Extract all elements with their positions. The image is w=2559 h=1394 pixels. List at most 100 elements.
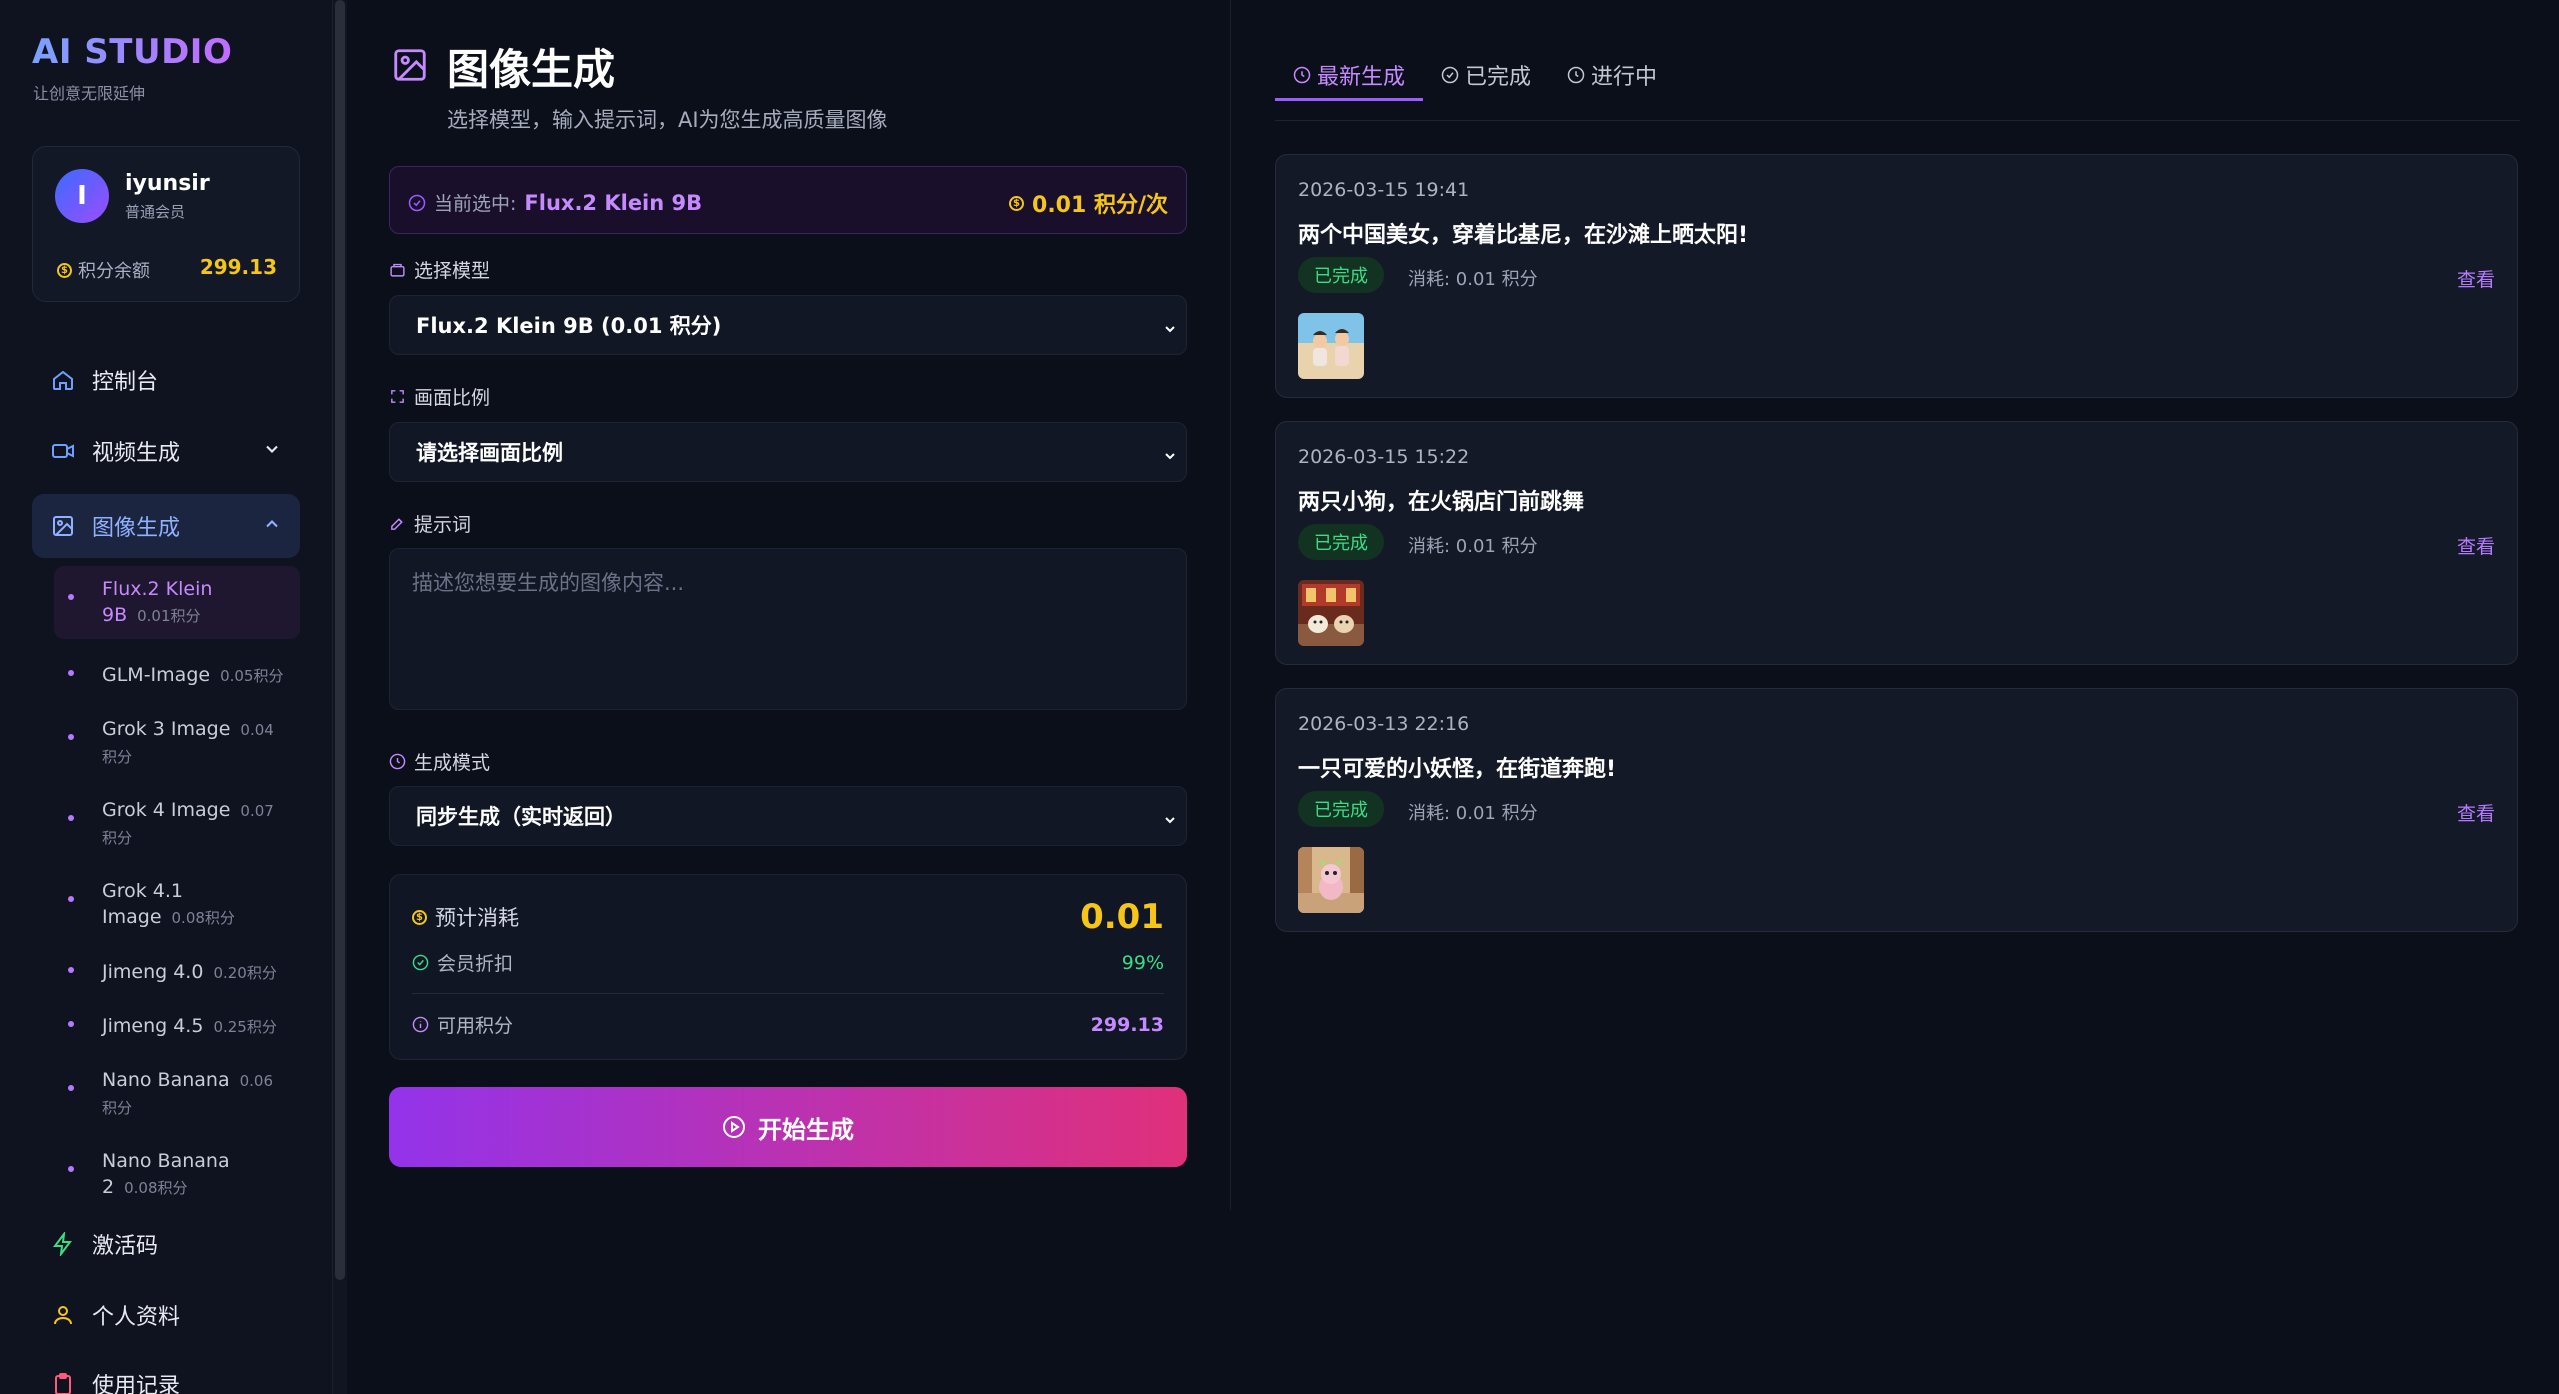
model-cost: 0.25积分 [213,1018,277,1036]
clock-icon [1293,66,1311,84]
clock-icon [1567,66,1585,84]
submenu-model-nano-banana[interactable]: Nano Banana 0.06积分 [54,1057,300,1131]
bullet-icon [68,734,74,740]
submenu-model-nano-banana-2[interactable]: Nano Banana 2 0.08积分 [54,1138,300,1211]
nav-profile-label: 个人资料 [92,1305,181,1330]
chevron-down-icon [1162,809,1178,833]
tab-latest[interactable]: 最新生成 [1275,52,1424,101]
model-name: Jimeng 4.0 [102,961,204,983]
bullet-icon [68,896,74,902]
divider [412,993,1164,994]
bullet-icon [68,1085,74,1091]
submenu-model-grok41[interactable]: Grok 4.1 Image 0.08积分 [54,868,300,941]
submenu-model-flux[interactable]: Flux.2 Klein 9B 0.01积分 [54,566,300,639]
model-name: Grok 4 Image [102,799,231,821]
edit-icon [391,518,403,530]
discount-label: 会员折扣 [437,953,514,975]
model-name: Nano Banana [102,1069,230,1091]
mode-label-text: 生成模式 [414,752,491,774]
coin-icon: $ [57,262,72,278]
nav-activation[interactable]: 激活码 [32,1212,300,1276]
est-cost-value: 0.01 [1080,897,1164,937]
bullet-icon [68,594,74,600]
start-generate-label: 开始生成 [758,1115,854,1144]
nav-profile[interactable]: 个人资料 [32,1283,300,1347]
history-title: 一只可爱的小妖怪，在街道奔跑! [1298,757,1617,782]
model-field-label: 选择模型 [389,256,490,283]
coin-icon: $ [412,909,427,925]
nav-image[interactable]: 图像生成 [32,494,300,558]
submenu-model-grok3[interactable]: Grok 3 Image 0.04积分 [54,706,300,780]
history-spent: 消耗: 0.01 积分 [1408,803,1538,824]
clock-icon [389,753,406,770]
model-name: Jimeng 4.5 [102,1015,204,1037]
nav-activation-label: 激活码 [92,1234,159,1259]
submenu-model-jimeng45[interactable]: Jimeng 4.5 0.25积分 [54,1003,300,1050]
coin-icon: $ [1009,195,1025,211]
history-card: 2026-03-15 19:41 两个中国美女，穿着比基尼，在沙滩上晒太阳! 已… [1275,154,2518,398]
model-select[interactable]: Flux.2 Klein 9B (0.01 积分) [389,295,1187,355]
check-circle-icon [408,194,426,211]
view-link[interactable]: 查看 [2457,799,2495,826]
nav-usage[interactable]: 使用记录 [32,1352,300,1394]
model-cost: 0.01积分 [137,607,201,625]
submenu-model-jimeng40[interactable]: Jimeng 4.0 0.20积分 [54,949,300,996]
ratio-select[interactable]: 请选择画面比例 [389,422,1187,482]
history-date: 2026-03-13 22:16 [1298,713,1470,735]
model-cost: 0.08积分 [171,909,235,927]
history-date: 2026-03-15 19:41 [1298,179,1470,201]
sidebar-scrollbar-thumb[interactable] [335,0,345,1280]
cost-summary: $ 预计消耗 0.01 会员折扣 99% 可用积分 299.13 [389,874,1187,1060]
tab-completed[interactable]: 已完成 [1423,52,1549,98]
avatar[interactable]: I [55,169,109,223]
mode-select-value: 同步生成（实时返回） [416,805,626,829]
submenu-model-grok4[interactable]: Grok 4 Image 0.07积分 [54,787,300,861]
submenu-model-glm[interactable]: GLM-Image 0.05积分 [54,652,300,699]
check-circle-icon [1441,66,1459,84]
mode-select[interactable]: 同步生成（实时返回） [389,786,1187,846]
page-subtitle: 选择模型，输入提示词，AI为您生成高质量图像 [447,108,888,132]
chevron-up-icon [262,514,282,540]
history-thumbnail[interactable] [1298,580,1364,646]
image-icon [50,513,76,539]
nav-dashboard[interactable]: 控制台 [32,348,300,412]
bullet-icon [68,670,74,676]
bullet-icon [68,967,74,973]
status-badge: 已完成 [1298,791,1384,827]
info-icon [412,1016,429,1033]
current-price: $ 0.01 积分/次 [1009,187,1168,219]
tab-in-progress[interactable]: 进行中 [1549,52,1675,98]
mode-field-label: 生成模式 [389,748,490,775]
history-title: 两只小狗，在火锅店门前跳舞 [1298,490,1585,515]
model-cost: 0.20积分 [213,964,277,982]
status-badge: 已完成 [1298,257,1384,293]
user-icon [50,1302,76,1328]
status-badge: 已完成 [1298,524,1384,560]
history-tabs: 最新生成 已完成 进行中 [1275,52,1675,101]
current-model-info: 当前选中: Flux.2 Klein 9B [408,189,702,216]
brand-logo[interactable]: AI STUDIO [32,32,232,72]
model-name: GLM-Image [102,664,211,686]
model-select-value: Flux.2 Klein 9B (0.01 积分) [416,314,722,338]
nav-video-label: 视频生成 [92,441,181,466]
tab-in-progress-label: 进行中 [1591,65,1658,90]
view-link[interactable]: 查看 [2457,532,2495,559]
view-link[interactable]: 查看 [2457,265,2495,292]
lightning-icon [50,1231,76,1257]
history-thumbnail[interactable] [1298,847,1364,913]
tab-completed-label: 已完成 [1465,65,1532,90]
model-label-text: 选择模型 [414,260,491,282]
model-name: Grok 3 Image [102,718,231,740]
model-cost: 0.08积分 [124,1179,188,1197]
ratio-select-value: 请选择画面比例 [416,441,563,465]
expand-icon [391,390,404,403]
nav-video[interactable]: 视频生成 [32,419,300,483]
prompt-textarea[interactable]: 描述您想要生成的图像内容... [389,548,1187,710]
current-model-banner: 当前选中: Flux.2 Klein 9B $ 0.01 积分/次 [389,166,1187,234]
ratio-field-label: 画面比例 [389,383,490,410]
tabs-divider [1275,120,2520,121]
start-generate-button[interactable]: 开始生成 [389,1087,1187,1167]
history-thumbnail[interactable] [1298,313,1364,379]
play-circle-icon [723,1116,745,1138]
generation-form-panel: 图像生成 选择模型，输入提示词，AI为您生成高质量图像 当前选中: Flux.2… [347,0,1230,1394]
